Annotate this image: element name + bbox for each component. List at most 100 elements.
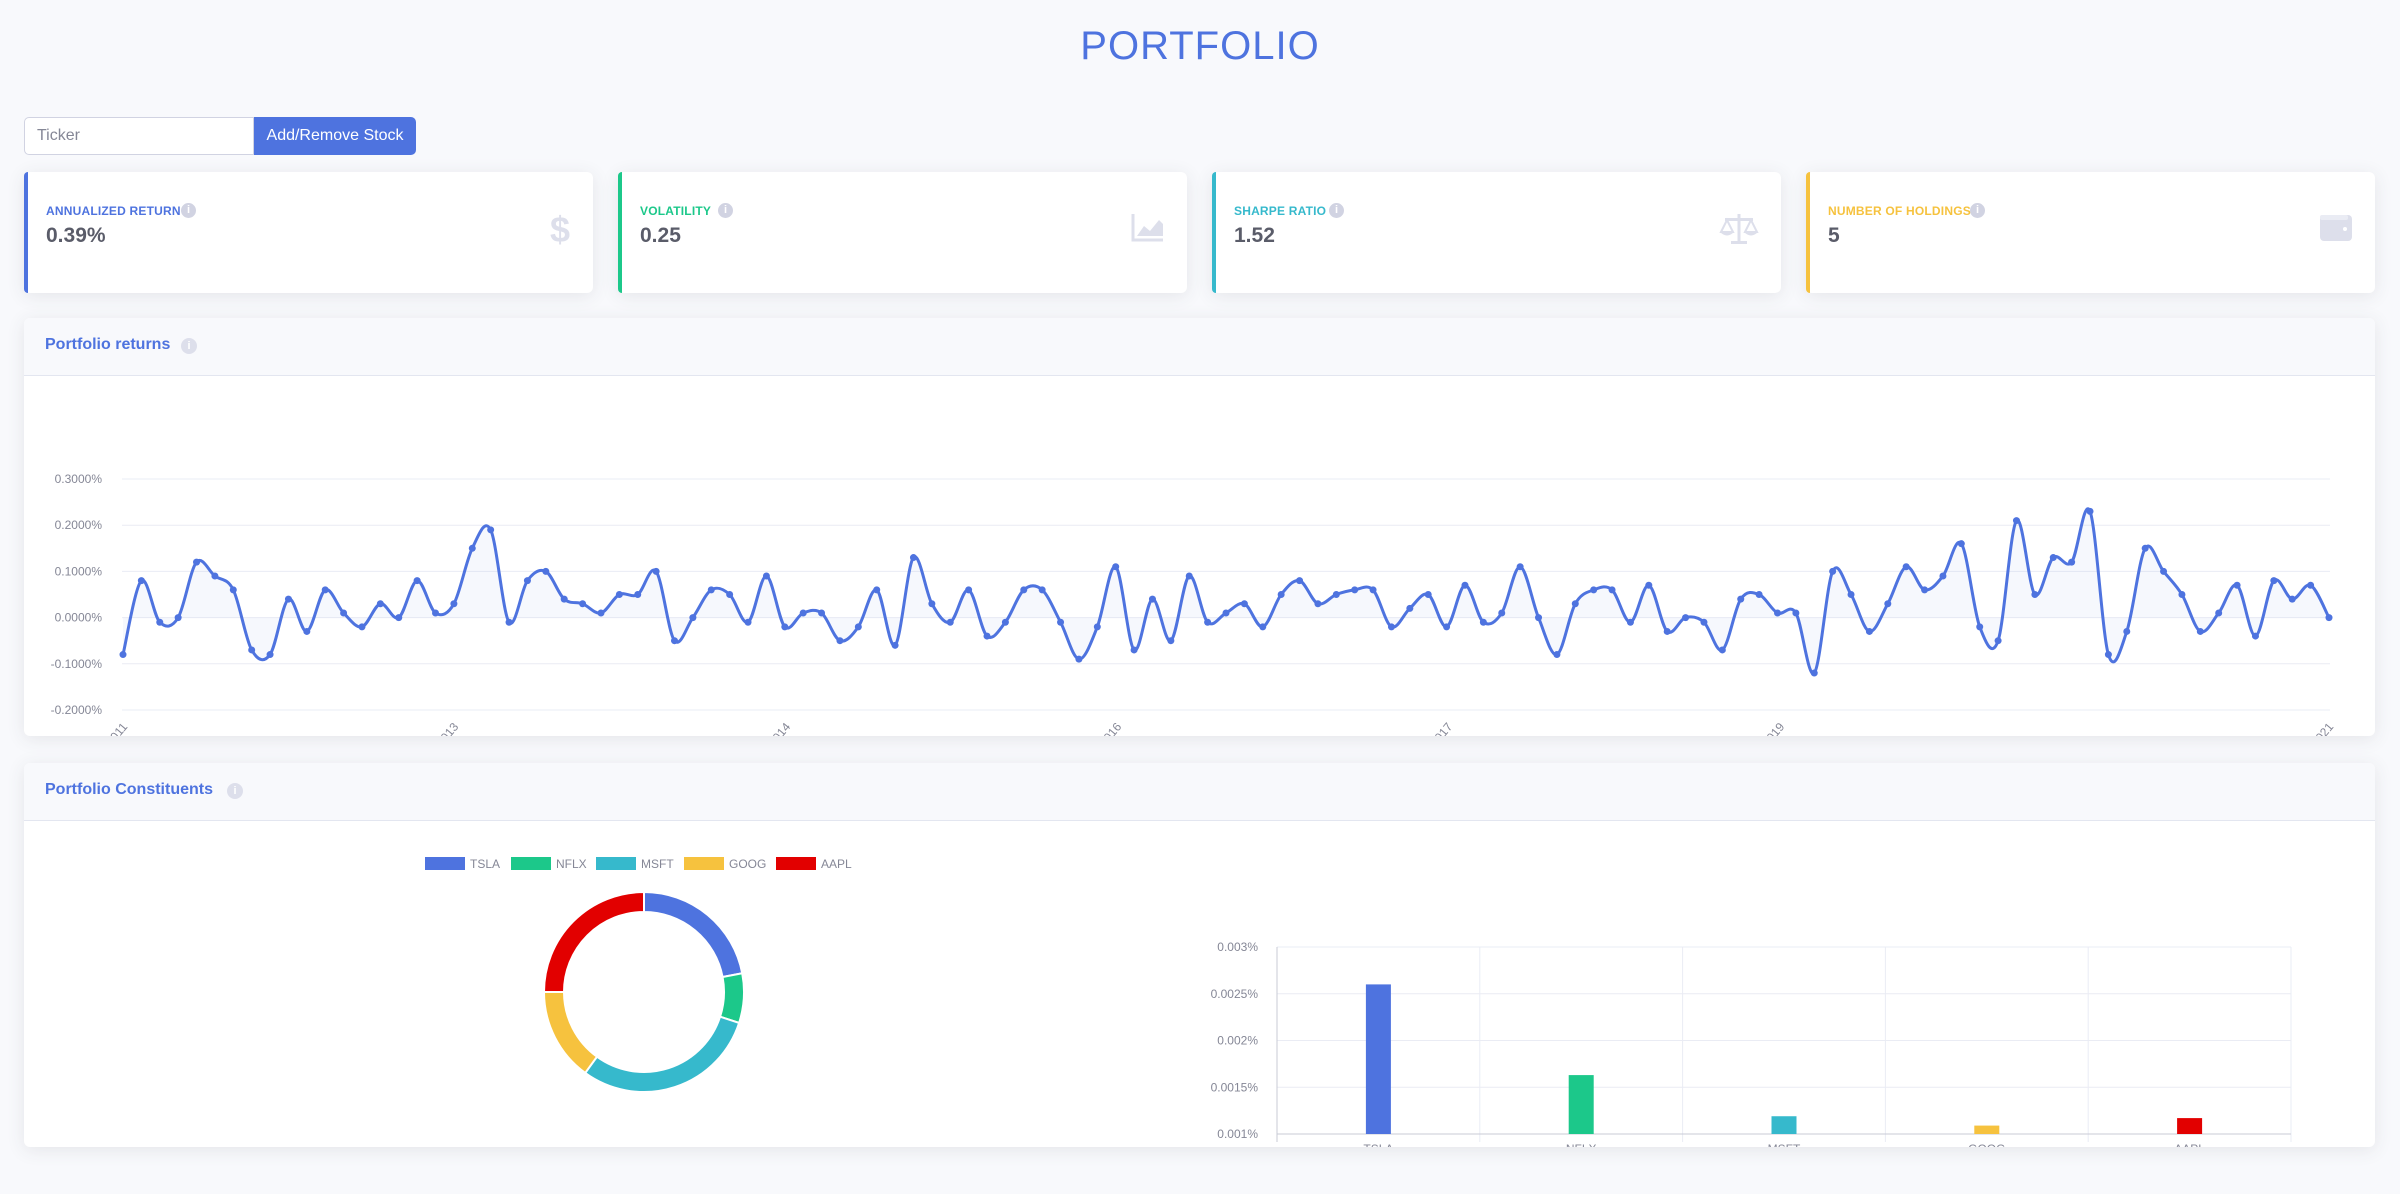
data-point [928,600,936,608]
data-point [2068,558,2076,566]
y-tick-label: 0.0000% [55,611,103,625]
data-point [2104,651,2112,659]
kpi-accent-bar [618,172,622,293]
kpi-sharpe-ratio: SHARPE RATIO i 1.52 [1212,172,1781,293]
legend-swatch [684,857,724,870]
returns-line-chart: 0.3000% 0.2000% 0.1000% 0.0000% -0.1000% -0.2… [51,472,2337,736]
data-point [1332,591,1340,598]
kpi-annualized-return: ANNUALIZED RETURN i 0.39% $ [24,172,593,293]
y-tick-label: 0.3000% [55,472,103,486]
data-point [137,577,145,585]
y-tick-label: 0.0015% [1211,1080,1259,1094]
data-point [395,614,403,622]
data-point [2012,517,2020,525]
kpi-label: SHARPE RATIO [1234,204,1327,218]
info-icon[interactable]: i [718,203,733,218]
dollar-icon: $ [549,209,571,253]
data-point [1222,609,1230,617]
data-point [689,614,697,622]
data-point [2123,627,2131,635]
data-point [1204,618,1212,626]
data-point [2288,595,2296,603]
kpi-value: 1.52 [1234,224,1275,247]
data-point [1057,618,1065,626]
data-point [2160,567,2168,575]
add-remove-stock-button[interactable]: Add/Remove Stock [254,117,416,155]
balance-scale-icon [1719,212,1759,251]
legend-swatch [776,857,816,870]
data-point [523,577,531,585]
data-point [505,618,513,626]
data-point [1001,618,1009,626]
data-point [376,600,384,608]
x-tick-label: Sep 2011 [87,720,130,736]
card-title: Portfolio returns [45,336,171,353]
data-point [726,591,734,598]
data-point [211,572,219,580]
data-point [1167,637,1175,645]
data-point [1038,586,1046,594]
data-point [303,627,311,635]
kpi-accent-bar [24,172,28,293]
y-tick-label: 0.2000% [55,518,103,532]
returns-area [123,508,2329,674]
area-chart-icon [1131,212,1165,247]
data-point [762,572,770,580]
x-tick-label: Sep 2021 [2293,720,2337,736]
data-point [487,526,495,534]
data-point [799,609,807,617]
card-header: Portfolio Constituents i [24,763,2375,821]
wallet-icon [2319,212,2353,247]
data-point [1296,577,1304,585]
data-point [983,632,991,640]
ticker-input[interactable] [24,117,254,155]
card-title: Portfolio Constituents [45,781,213,798]
data-point [1957,540,1965,548]
data-point [1424,591,1432,598]
data-point [1314,600,1322,608]
data-point [266,651,274,659]
info-icon[interactable]: i [227,783,243,799]
data-point [818,609,826,617]
x-tick-label: Sep 2014 [750,720,794,736]
legend-label: AAPL [821,857,852,871]
data-point [1847,591,1855,598]
info-icon[interactable]: i [1970,203,1985,218]
legend-swatch [425,857,465,870]
data-point [1369,586,1377,594]
data-point [450,600,458,608]
data-point [229,586,237,594]
data-point [1884,600,1892,608]
y-tick-label: -0.2000% [51,703,103,717]
data-point [1277,591,1285,598]
x-tick-label: Mar 2013 [418,720,462,736]
legend-label: NFLX [556,857,587,871]
donut-slice-aapl [542,890,645,993]
data-point [1130,646,1138,654]
data-point [2325,614,2333,622]
info-icon[interactable]: i [181,203,196,218]
kpi-volatility: VOLATILITY i 0.25 [618,172,1187,293]
info-icon[interactable]: i [181,338,197,354]
info-icon[interactable]: i [1329,203,1344,218]
data-point [2049,554,2057,562]
kpi-accent-bar [1212,172,1216,293]
data-point [1718,646,1726,654]
data-point [1774,609,1781,617]
data-point [1148,595,1156,603]
x-tick-label: AAPL [2174,1142,2205,1147]
data-point [1185,572,1193,580]
data-point [156,618,164,626]
data-point [1663,627,1671,635]
legend-swatch [511,857,551,870]
data-point [1590,586,1598,594]
data-point [1112,563,1120,571]
data-point [1093,623,1101,631]
data-point [1737,595,1745,603]
legend-label: TSLA [470,857,500,871]
x-tick-label: Mar 2016 [1081,720,1125,736]
data-point [413,577,421,585]
data-point [2141,544,2149,552]
data-point [1682,614,1690,622]
kpi-label: NUMBER OF HOLDINGS [1828,204,1971,218]
